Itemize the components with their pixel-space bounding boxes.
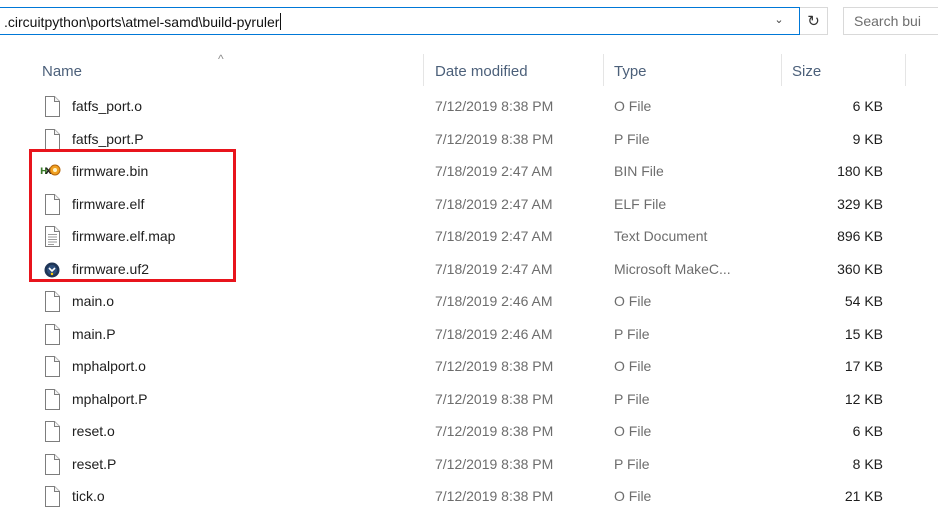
- column-header-type[interactable]: Type: [614, 63, 647, 80]
- file-type: ELF File: [614, 195, 667, 212]
- date-modified: 7/12/2019 8:38 PM: [435, 423, 554, 439]
- file-type: O File: [614, 423, 652, 439]
- file-type: BIN File: [614, 163, 664, 179]
- file-row[interactable]: tick.o 7/12/2019 8:38 PM O File 21 KB: [0, 480, 938, 513]
- file-size: 12 KB: [844, 390, 883, 407]
- file-name: main.P: [72, 325, 116, 342]
- column-header-name[interactable]: Name: [42, 63, 82, 80]
- file-size: 21 KB: [844, 488, 883, 504]
- file-size: 17 KB: [844, 358, 883, 374]
- file-row[interactable]: firmware.elf.map 7/18/2019 2:47 AM Text Do…: [0, 220, 938, 253]
- column-header-size[interactable]: Size: [792, 63, 821, 80]
- blank-file-icon: [44, 356, 60, 377]
- file-type: P File: [614, 390, 650, 407]
- column-header-bar: ^ Name Date modified Type Size: [0, 52, 938, 88]
- file-size: 15 KB: [844, 325, 883, 342]
- file-row[interactable]: firmware.uf2 7/18/2019 2:47 AM Microsoft M…: [0, 253, 938, 286]
- file-name: firmware.elf: [72, 195, 145, 212]
- file-row[interactable]: mphalport.P 7/12/2019 8:38 PM P File 12 KB: [0, 383, 938, 416]
- file-name: main.o: [72, 293, 115, 309]
- date-modified: 7/12/2019 8:38 PM: [435, 130, 554, 147]
- file-row[interactable]: fatfs_port.P 7/12/2019 8:38 PM P File 9 KB: [0, 123, 938, 156]
- file-size: 8 KB: [852, 455, 883, 472]
- file-row[interactable]: main.o 7/18/2019 2:46 AM O File 54 KB: [0, 285, 938, 318]
- text-document-icon: [44, 226, 60, 247]
- search-placeholder: Search bui: [854, 13, 921, 29]
- column-divider[interactable]: [423, 54, 424, 86]
- column-divider[interactable]: [905, 54, 906, 86]
- file-row[interactable]: firmware.elf 7/18/2019 2:47 AM ELF File 329…: [0, 188, 938, 221]
- file-type: P File: [614, 130, 650, 147]
- makecode-icon: [44, 259, 60, 280]
- file-type: Microsoft MakeC...: [614, 260, 731, 277]
- sort-ascending-icon: ^: [218, 52, 224, 66]
- bin-app-icon: HX: [40, 161, 62, 182]
- date-modified: 7/12/2019 8:38 PM: [435, 455, 554, 472]
- blank-file-icon: [44, 291, 60, 312]
- blank-file-icon: [44, 323, 60, 345]
- search-box[interactable]: Search bui: [843, 7, 938, 35]
- file-type: O File: [614, 358, 652, 374]
- chevron-down-icon[interactable]: ⌄: [772, 13, 786, 29]
- file-name: tick.o: [72, 488, 105, 504]
- file-name: firmware.uf2: [72, 260, 150, 277]
- file-name: fatfs_port.P: [72, 130, 144, 147]
- date-modified: 7/12/2019 8:38 PM: [435, 488, 554, 504]
- file-name: mphalport.o: [72, 358, 146, 374]
- file-size: 54 KB: [844, 293, 883, 309]
- file-size: 360 KB: [837, 260, 883, 277]
- blank-file-icon: [44, 453, 60, 475]
- date-modified: 7/18/2019 2:47 AM: [435, 163, 553, 179]
- date-modified: 7/18/2019 2:47 AM: [435, 195, 553, 212]
- file-name: firmware.bin: [72, 163, 149, 179]
- file-name: reset.o: [72, 423, 115, 439]
- date-modified: 7/12/2019 8:38 PM: [435, 390, 554, 407]
- file-size: 6 KB: [852, 98, 883, 114]
- file-row[interactable]: reset.o 7/12/2019 8:38 PM O File 6 KB: [0, 415, 938, 448]
- date-modified: 7/18/2019 2:46 AM: [435, 325, 553, 342]
- file-type: O File: [614, 98, 652, 114]
- date-modified: 7/18/2019 2:46 AM: [435, 293, 553, 309]
- blank-file-icon: [44, 388, 60, 410]
- file-name: firmware.elf.map: [72, 228, 176, 244]
- file-row[interactable]: main.P 7/18/2019 2:46 AM P File 15 KB: [0, 318, 938, 351]
- date-modified: 7/18/2019 2:47 AM: [435, 260, 553, 277]
- file-row[interactable]: H X firmware.bin 7/18/2019 2:47 AM BIN File 1…: [0, 155, 938, 188]
- blank-file-icon: [44, 421, 60, 442]
- date-modified: 7/18/2019 2:47 AM: [435, 228, 553, 244]
- file-type: O File: [614, 293, 652, 309]
- column-header-date-modified[interactable]: Date modified: [435, 63, 528, 80]
- address-path: .circuitpython\ports\atmel-samd\build-py…: [4, 14, 280, 30]
- date-modified: 7/12/2019 8:38 PM: [435, 98, 554, 114]
- address-bar[interactable]: .circuitpython\ports\atmel-samd\build-py…: [0, 7, 800, 35]
- file-row[interactable]: mphalport.o 7/12/2019 8:38 PM O File 17 KB: [0, 350, 938, 383]
- file-size: 6 KB: [852, 423, 883, 439]
- column-divider[interactable]: [781, 54, 782, 86]
- file-name: fatfs_port.o: [72, 98, 143, 114]
- blank-file-icon: [44, 486, 60, 507]
- file-row[interactable]: fatfs_port.o 7/12/2019 8:38 PM O File 6 KB: [0, 90, 938, 123]
- file-size: 329 KB: [837, 195, 883, 212]
- file-type: Text Document: [614, 228, 708, 244]
- file-type: P File: [614, 325, 650, 342]
- blank-file-icon: [44, 96, 60, 117]
- refresh-button[interactable]: ↻: [800, 7, 828, 35]
- file-type: P File: [614, 455, 650, 472]
- file-name: mphalport.P: [72, 390, 148, 407]
- file-size: 180 KB: [837, 163, 883, 179]
- text-cursor: [280, 13, 282, 30]
- refresh-icon: ↻: [807, 13, 820, 30]
- blank-file-icon: [44, 128, 60, 150]
- file-type: O File: [614, 488, 652, 504]
- file-row[interactable]: reset.P 7/12/2019 8:38 PM P File 8 KB: [0, 448, 938, 481]
- blank-file-icon: [44, 193, 60, 215]
- file-size: 9 KB: [852, 130, 883, 147]
- toolbar: .circuitpython\ports\atmel-samd\build-py…: [0, 0, 938, 46]
- date-modified: 7/12/2019 8:38 PM: [435, 358, 554, 374]
- file-size: 896 KB: [837, 228, 883, 244]
- file-name: reset.P: [72, 455, 117, 472]
- column-divider[interactable]: [603, 54, 604, 86]
- file-list: fatfs_port.o 7/12/2019 8:38 PM O File 6 KB f…: [0, 90, 938, 513]
